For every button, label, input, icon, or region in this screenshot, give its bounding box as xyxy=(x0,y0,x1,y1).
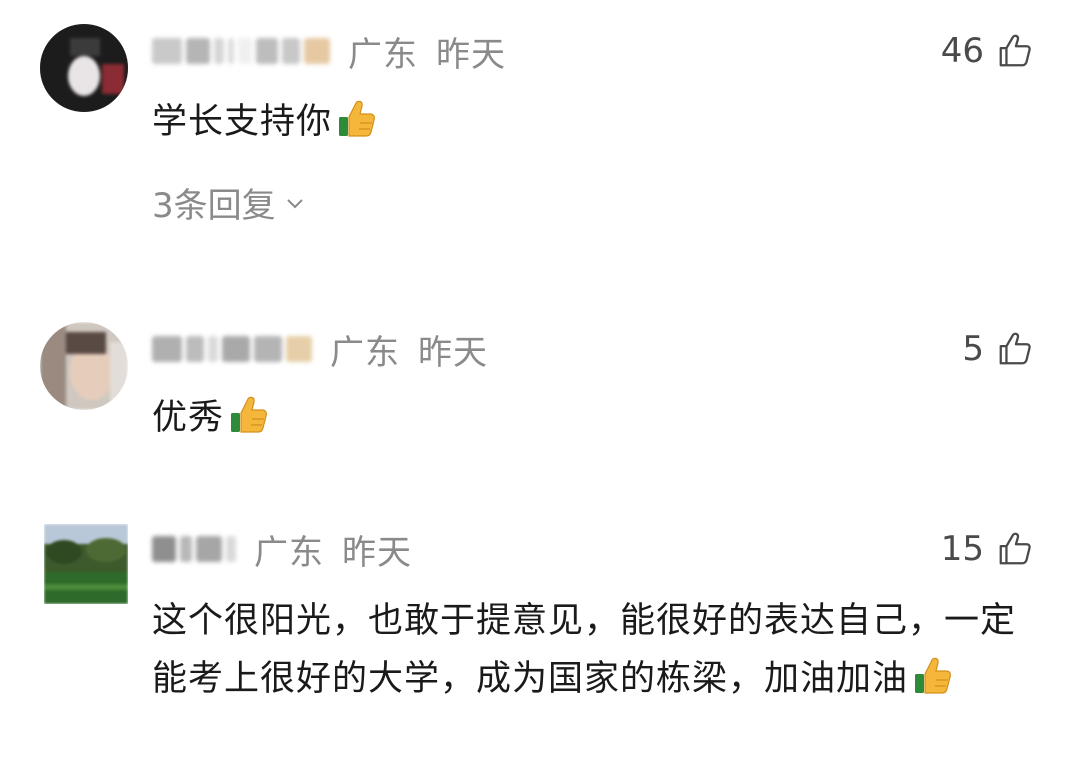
location-label: 广东 xyxy=(348,34,418,75)
comment-meta: 广东 昨天 xyxy=(152,324,488,374)
comment-text: 这个很阳光，也敢于提意见，能很好的表达自己，一定能考上很好的大学，成为国家的栋梁… xyxy=(152,592,1032,708)
thumbs-up-outline-icon xyxy=(999,34,1031,67)
thumbs-up-outline-icon xyxy=(999,332,1031,365)
like-count: 15 xyxy=(940,529,984,569)
thumbs-up-emoji-icon xyxy=(231,396,267,433)
like-button[interactable]: 46 xyxy=(941,26,1034,76)
timestamp: 昨天 xyxy=(342,532,412,573)
like-button[interactable]: 15 xyxy=(941,524,1034,574)
comment-item: 广东 昨天 15 这个很阳光，也敢于提意见，能很好的表达自己，一定能考上很好的大… xyxy=(0,500,1080,784)
comment-text-content: 优秀 xyxy=(152,398,225,438)
like-count: 5 xyxy=(962,329,984,369)
comment-meta: 广东 昨天 xyxy=(152,26,506,76)
comment-text: 学长支持你 xyxy=(152,94,1040,150)
username-redacted[interactable] xyxy=(152,38,330,64)
like-button[interactable]: 5 xyxy=(962,324,1034,374)
avatar[interactable] xyxy=(40,322,128,410)
comment-meta: 广东 昨天 xyxy=(152,524,412,574)
comment-item: 广东 昨天 5 优秀 xyxy=(0,300,1080,480)
location-label: 广东 xyxy=(330,332,400,373)
chevron-down-icon xyxy=(286,198,303,208)
username-redacted[interactable] xyxy=(152,536,236,562)
timestamp: 昨天 xyxy=(418,332,488,373)
avatar[interactable] xyxy=(44,524,128,604)
thumbs-up-emoji-icon xyxy=(915,657,951,694)
username-redacted[interactable] xyxy=(152,336,312,362)
thumbs-up-emoji-icon xyxy=(339,100,375,137)
like-count: 46 xyxy=(940,31,984,71)
replies-count-label: 3条回复 xyxy=(152,186,276,226)
thumbs-up-outline-icon xyxy=(999,532,1031,565)
timestamp: 昨天 xyxy=(436,34,506,75)
comment-text-content: 这个很阳光，也敢于提意见，能很好的表达自己，一定能考上很好的大学，成为国家的栋梁… xyxy=(152,601,1017,699)
comment-text-content: 学长支持你 xyxy=(152,102,333,142)
avatar[interactable] xyxy=(40,24,128,112)
comment-item: 广东 昨天 46 学长支持你 3条回复 xyxy=(0,0,1080,260)
comment-text: 优秀 xyxy=(152,390,1040,446)
location-label: 广东 xyxy=(254,532,324,573)
view-replies-button[interactable]: 3条回复 xyxy=(152,178,306,227)
